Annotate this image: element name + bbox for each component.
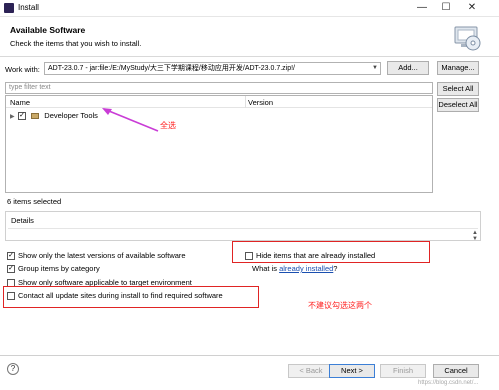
- back-button[interactable]: < Back: [288, 364, 334, 378]
- minimize-button[interactable]: —: [410, 0, 434, 17]
- watermark-text: https://blog.csdn.net/...: [418, 380, 479, 386]
- details-label: Details: [11, 216, 34, 225]
- tree-item-checkbox[interactable]: ✓: [18, 112, 27, 121]
- close-button[interactable]: ✕: [460, 0, 484, 17]
- checkbox[interactable]: ✓: [7, 252, 15, 261]
- what-is-prefix: What is: [252, 264, 280, 273]
- select-all-button[interactable]: Select All: [437, 82, 479, 96]
- annotation-box-contact-sites: [3, 286, 259, 308]
- window-title: Install: [18, 3, 39, 12]
- eclipse-app-icon: [4, 3, 14, 13]
- work-with-combo[interactable]: ADT-23.0.7 - jar:file:/E:/MyStudy/大三下学期课…: [44, 62, 381, 75]
- annotation-select-all: 全选: [160, 121, 176, 130]
- option-label: Show only the latest versions of availab…: [18, 251, 186, 260]
- maximize-button[interactable]: ☐: [434, 0, 458, 17]
- next-button[interactable]: Next >: [329, 364, 375, 378]
- annotation-not-recommended: 不建议勾选这两个: [308, 301, 372, 310]
- annotation-box-hide-installed: [232, 241, 430, 263]
- work-with-value: ADT-23.0.7 - jar:file:/E:/MyStudy/大三下学期课…: [48, 65, 296, 72]
- tree-header: Name Version: [6, 96, 432, 108]
- tree-item-label: Developer Tools: [44, 111, 98, 120]
- expand-arrow-icon[interactable]: ▶: [10, 111, 16, 123]
- column-divider: [245, 96, 246, 108]
- work-with-label: Work with:: [5, 65, 40, 74]
- wizard-header: Available Software Check the items that …: [0, 17, 499, 57]
- category-icon: [31, 113, 40, 120]
- deselect-all-button[interactable]: Deselect All: [437, 98, 479, 112]
- footer-divider: [0, 355, 499, 356]
- column-version[interactable]: Version: [248, 98, 273, 107]
- what-is-suffix: ?: [333, 264, 338, 273]
- chevron-down-icon[interactable]: ▼: [372, 63, 378, 74]
- details-text: [8, 228, 478, 239]
- manage-button[interactable]: Manage...: [437, 61, 479, 75]
- cancel-button[interactable]: Cancel: [433, 364, 479, 378]
- scroll-arrows-icon[interactable]: ▲ ▼: [472, 230, 478, 242]
- page-subtitle: Check the items that you wish to install…: [10, 39, 142, 48]
- checkbox[interactable]: ✓: [7, 265, 15, 274]
- annotation-arrow: [102, 108, 159, 132]
- finish-button[interactable]: Finish: [380, 364, 426, 378]
- column-name[interactable]: Name: [10, 98, 30, 107]
- option-group-by-category[interactable]: ✓ Group items by category: [7, 264, 100, 274]
- selection-count: 6 items selected: [7, 197, 62, 206]
- title-bar: Install — ☐ ✕: [0, 0, 499, 17]
- already-installed-link[interactable]: already installed: [279, 264, 333, 273]
- what-is-installed-text: What is already installed?: [252, 264, 337, 274]
- add-button[interactable]: Add...: [387, 61, 429, 75]
- page-title: Available Software: [10, 25, 86, 35]
- option-latest-versions[interactable]: ✓ Show only the latest versions of availa…: [7, 251, 186, 261]
- help-icon[interactable]: ?: [7, 363, 19, 375]
- tree-item-developer-tools[interactable]: ▶ ✓ Developer Tools: [10, 110, 98, 122]
- option-label: Group items by category: [18, 264, 100, 273]
- filter-input[interactable]: type filter text: [5, 82, 433, 94]
- details-panel: Details ▲ ▼: [5, 211, 481, 242]
- software-tree[interactable]: Name Version ▶ ✓ Developer Tools: [5, 95, 433, 193]
- install-disc-icon: [454, 26, 481, 51]
